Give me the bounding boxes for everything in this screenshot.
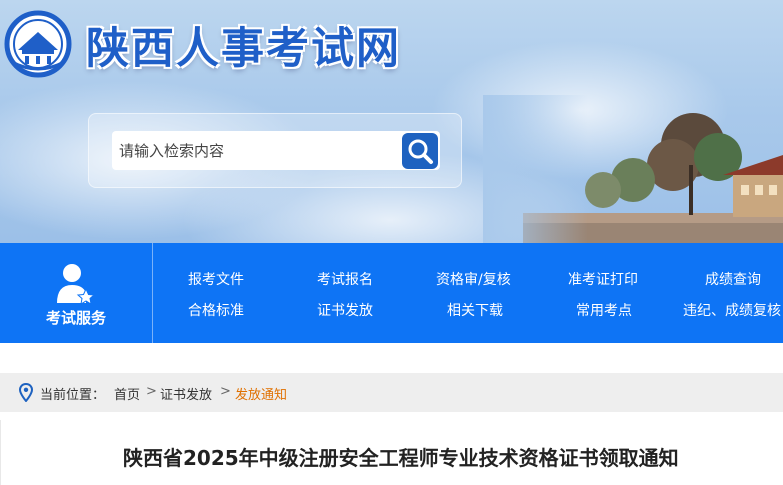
nav-link-application-docs[interactable]: 报考文件 [188,269,244,289]
nav-link-downloads[interactable]: 相关下载 [447,300,503,320]
breadcrumb-separator: > [220,384,231,399]
breadcrumb-label: 当前位置： [40,388,106,403]
exam-service-label: 考试服务 [45,309,106,327]
breadcrumb: 当前位置： 首页 > 证书发放 > 发放通知 [0,373,783,412]
header-banner: 陕西人事考试网 [0,0,783,243]
nav-link-qualification-review[interactable]: 资格审/复核 [436,269,511,289]
nav-link-admission-ticket[interactable]: 准考证打印 [568,269,638,289]
search-field-wrapper [112,131,440,170]
nav-link-exam-sites[interactable]: 常用考点 [576,300,632,320]
nav-link-score-query[interactable]: 成绩查询 [705,269,761,289]
nav-link-pass-standard[interactable]: 合格标准 [188,300,244,320]
site-title: 陕西人事考试网 [86,24,401,74]
search-panel [88,113,462,188]
breadcrumb-current[interactable]: 发放通知 [235,384,287,403]
search-button[interactable] [402,133,438,169]
breadcrumb-separator: > [146,384,157,399]
campus-scene-image [483,95,783,243]
breadcrumb-home[interactable]: 首页 [114,384,140,403]
search-icon [408,139,433,164]
nav-link-registration[interactable]: 考试报名 [317,269,373,289]
article-title: 陕西省2025年中级注册安全工程师专业技术资格证书领取通知 [123,446,679,470]
exam-service-section: 考试服务 [0,243,153,343]
nav-link-violation-review[interactable]: 违纪、成绩复核 [683,300,781,320]
location-pin-icon [19,383,33,402]
article-container: 陕西省2025年中级注册安全工程师专业技术资格证书领取通知 [0,420,783,485]
search-input[interactable] [112,131,392,170]
exam-service-nav: 考试服务 报考文件 考试报名 资格审/复核 准考证打印 成绩查询 合格标准 证书… [0,243,783,343]
emblem-icon [4,10,72,78]
nav-link-certificate-issue[interactable]: 证书发放 [317,300,373,320]
user-star-icon [57,264,95,305]
breadcrumb-certificate-issue[interactable]: 证书发放 [160,384,212,403]
